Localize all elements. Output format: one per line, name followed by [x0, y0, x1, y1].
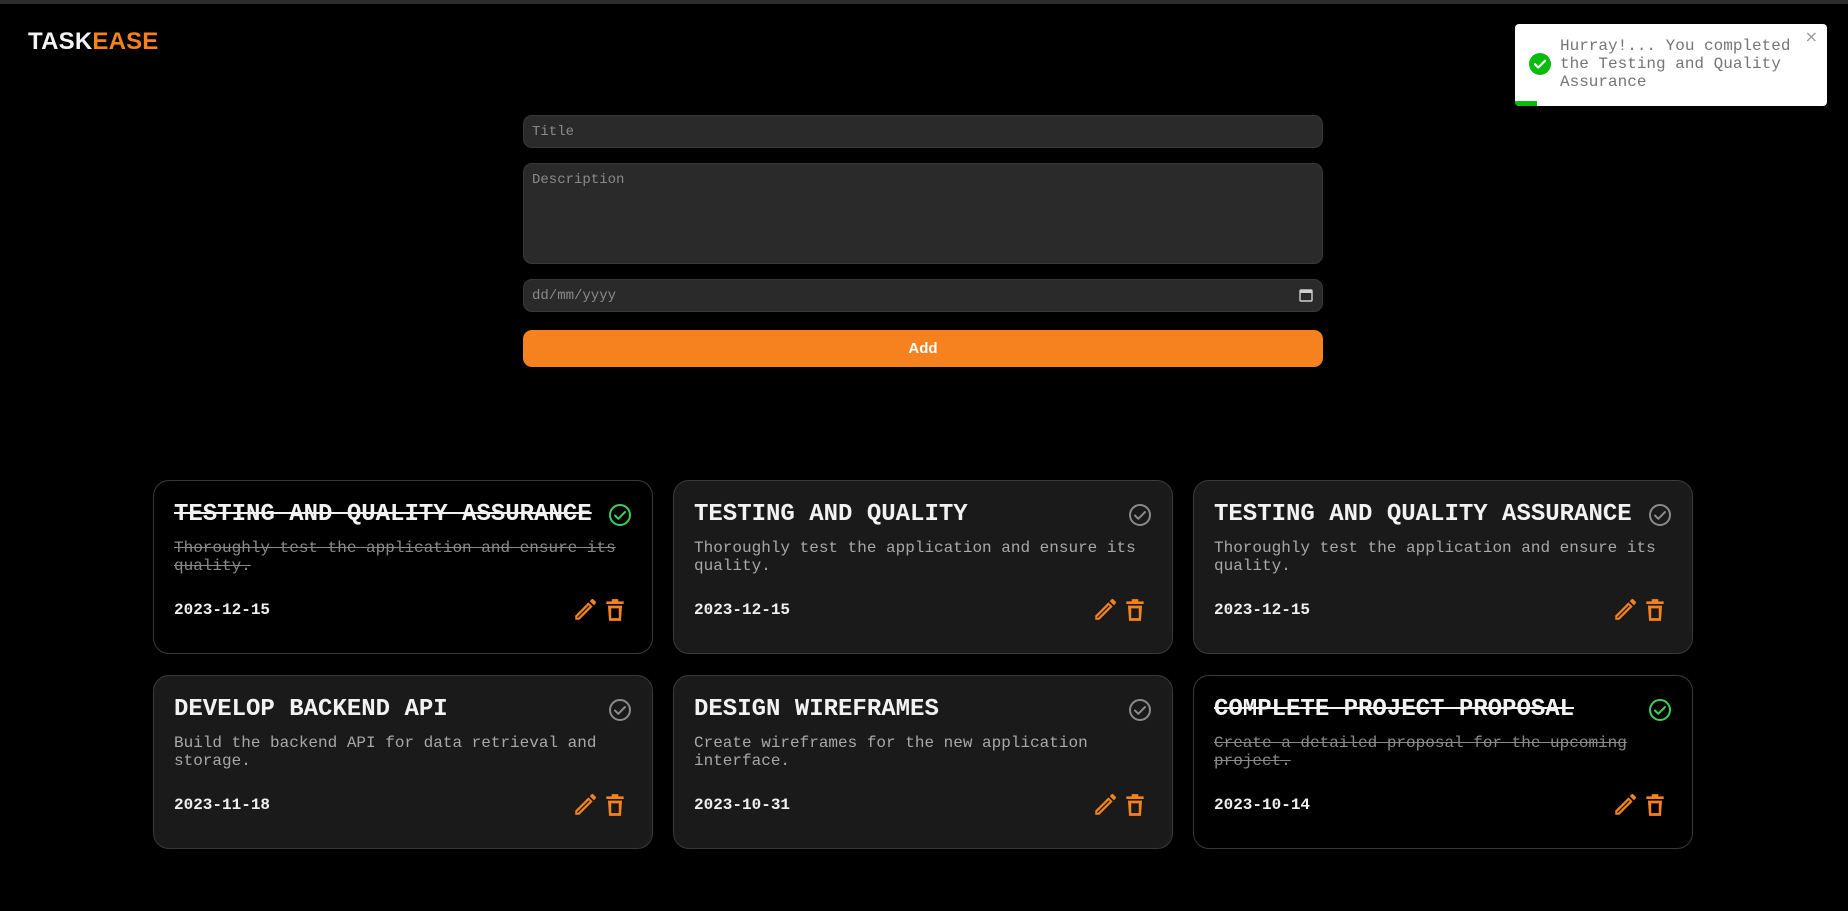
title-input[interactable]	[523, 115, 1323, 148]
description-input[interactable]	[523, 163, 1323, 264]
logo-task: TASK	[28, 28, 93, 55]
toast-progress-bar	[1515, 101, 1537, 106]
task-description: Thoroughly test the application and ensu…	[174, 539, 616, 575]
task-date: 2023-12-15	[174, 601, 271, 619]
pencil-icon[interactable]	[572, 597, 598, 623]
task-date: 2023-10-31	[694, 796, 791, 814]
pencil-icon[interactable]	[572, 792, 598, 818]
task-description: Thoroughly test the application and ensu…	[694, 539, 1136, 575]
check-circle-icon[interactable]	[608, 503, 632, 527]
trash-icon[interactable]	[1122, 597, 1148, 623]
task-title: TESTING AND QUALITY ASSURANCE	[1214, 501, 1632, 528]
task-title: TESTING AND QUALITY ASSURANCE	[174, 501, 592, 528]
date-field-wrapper	[523, 279, 1323, 312]
pencil-icon[interactable]	[1612, 597, 1638, 623]
check-circle-icon[interactable]	[1128, 503, 1152, 527]
check-circle-icon[interactable]	[1648, 503, 1672, 527]
task-card: DESIGN WIREFRAMES Create wireframes for …	[673, 675, 1173, 849]
task-description: Create wireframes for the new applicatio…	[694, 734, 1088, 770]
task-date: 2023-11-18	[174, 796, 271, 814]
task-date: 2023-10-14	[1214, 796, 1311, 814]
task-title: DESIGN WIREFRAMES	[694, 696, 939, 723]
calendar-icon[interactable]	[1299, 288, 1313, 302]
task-date: 2023-12-15	[694, 601, 791, 619]
task-description: Create a detailed proposal for the upcom…	[1214, 734, 1627, 770]
check-circle-icon[interactable]	[1648, 698, 1672, 722]
top-border	[0, 0, 1848, 4]
pencil-icon[interactable]	[1092, 597, 1118, 623]
toast-message: Hurray!... You completed the Testing and…	[1560, 37, 1791, 91]
success-check-icon	[1529, 53, 1551, 75]
task-card: TESTING AND QUALITY Thoroughly test the …	[673, 480, 1173, 654]
trash-icon[interactable]	[602, 792, 628, 818]
task-card: TESTING AND QUALITY ASSURANCE Thoroughly…	[153, 480, 653, 654]
check-circle-icon[interactable]	[608, 698, 632, 722]
toast-close-button[interactable]: ×	[1805, 29, 1818, 45]
logo-ease: EASE	[92, 28, 159, 55]
task-grid: TESTING AND QUALITY ASSURANCE Thoroughly…	[153, 480, 1693, 849]
task-form: Add	[523, 115, 1323, 367]
task-date: 2023-12-15	[1214, 601, 1311, 619]
task-title: DEVELOP BACKEND API	[174, 696, 448, 723]
task-card: TESTING AND QUALITY ASSURANCE Thoroughly…	[1193, 480, 1693, 654]
add-button[interactable]: Add	[523, 330, 1323, 367]
task-description: Build the backend API for data retrieval…	[174, 734, 597, 770]
task-title: COMPLETE PROJECT PROPOSAL	[1214, 696, 1575, 723]
task-card: DEVELOP BACKEND API Build the backend AP…	[153, 675, 653, 849]
success-toast: Hurray!... You completed the Testing and…	[1515, 24, 1827, 106]
task-card: COMPLETE PROJECT PROPOSAL Create a detai…	[1193, 675, 1693, 849]
trash-icon[interactable]	[1122, 792, 1148, 818]
task-description: Thoroughly test the application and ensu…	[1214, 539, 1656, 575]
check-circle-icon[interactable]	[1128, 698, 1152, 722]
due-date-input[interactable]	[523, 279, 1323, 312]
app-logo: TASKEASE	[28, 28, 159, 56]
trash-icon[interactable]	[602, 597, 628, 623]
task-title: TESTING AND QUALITY	[694, 501, 968, 528]
trash-icon[interactable]	[1642, 597, 1668, 623]
pencil-icon[interactable]	[1092, 792, 1118, 818]
trash-icon[interactable]	[1642, 792, 1668, 818]
pencil-icon[interactable]	[1612, 792, 1638, 818]
